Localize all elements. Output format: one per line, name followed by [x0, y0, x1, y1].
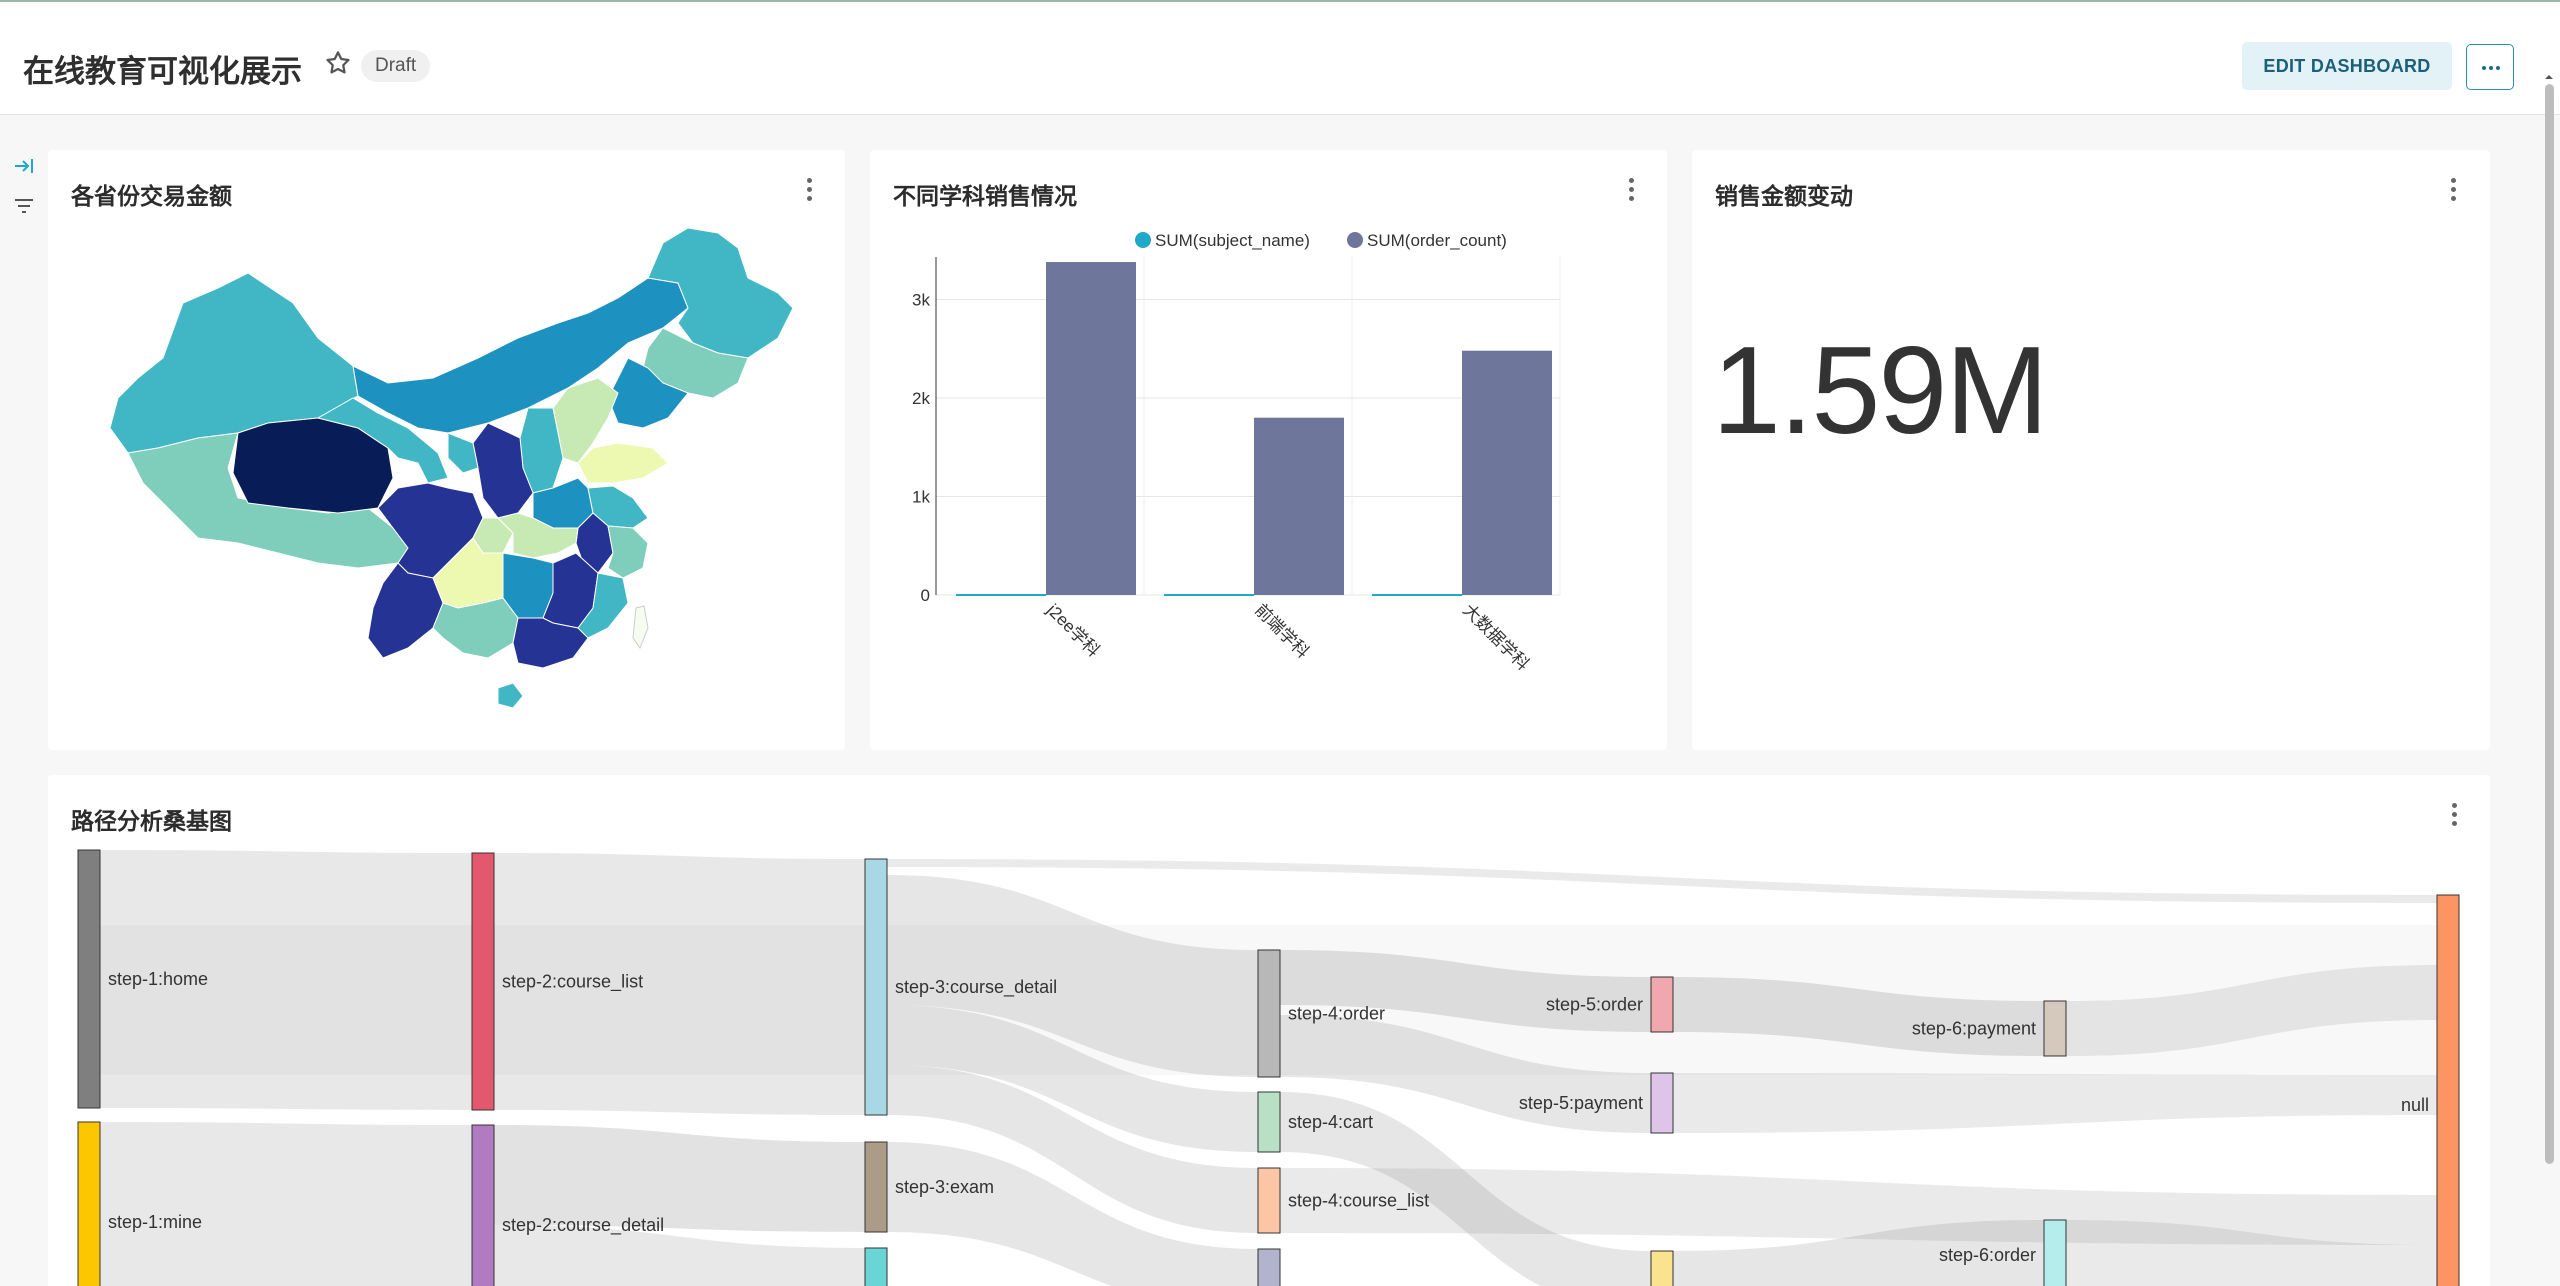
kebab-icon[interactable]: [804, 178, 814, 204]
star-icon[interactable]: [323, 48, 353, 78]
sankey-link: [887, 859, 2437, 903]
legend-marker: [1347, 232, 1363, 248]
y-tick-label: 2k: [912, 389, 930, 408]
bar-order-count: [1462, 350, 1552, 595]
scroll-up-arrow-icon[interactable]: [2544, 72, 2554, 82]
y-tick-label: 3k: [912, 290, 930, 309]
more-options-button[interactable]: [2466, 44, 2514, 90]
bar-subject-name: [956, 594, 1046, 596]
sankey-node-label: step-3:exam: [895, 1177, 994, 1197]
sankey-node-label: null: [2401, 1095, 2429, 1115]
expand-arrow-icon[interactable]: [12, 154, 36, 178]
sankey-node: [1650, 1250, 1674, 1286]
sankey-node: [1257, 1167, 1281, 1234]
sankey-node: [1257, 1248, 1281, 1286]
x-tick-label: 大数据学科: [1459, 600, 1533, 674]
sankey-node-label: step-2:course_list: [502, 972, 643, 993]
sankey-node-label: step-4:course_list: [1288, 1191, 1429, 1212]
edit-dashboard-button[interactable]: EDIT DASHBOARD: [2242, 42, 2452, 90]
sankey-node: [2043, 1219, 2067, 1286]
x-tick-label: 前端学科: [1251, 600, 1313, 662]
sankey-chart-svg: step-1:home step-1:mine step-2:course_list…: [77, 849, 2460, 1286]
bar-subject-name: [1164, 594, 1254, 596]
map-region-taiwan: [632, 605, 649, 650]
sankey-node: [1257, 1091, 1281, 1153]
sankey-link: [1280, 1168, 2437, 1245]
sankey-link: [100, 1122, 472, 1286]
map-region-ningxia: [447, 432, 479, 474]
sankey-node: [2436, 894, 2460, 1286]
dashboard-title: 在线教育可视化展示: [23, 54, 302, 89]
big-number-title: 销售金额变动: [1715, 183, 1853, 209]
map-region-zhejiang: [607, 525, 649, 579]
sankey-node: [1650, 1072, 1674, 1134]
bar-subject-name: [1372, 594, 1462, 596]
page-scrollbar[interactable]: [2542, 70, 2556, 1286]
filter-icon[interactable]: [12, 194, 36, 218]
big-number-value: 1.59M: [1712, 322, 2049, 460]
bar-chart-svg: SUM(subject_name) SUM(order_count) 0 1k 2k 3k…: [912, 231, 1561, 674]
legend-label: SUM(order_count): [1367, 231, 1507, 250]
sankey-node: [2043, 1000, 2067, 1057]
map-region-yunnan: [367, 562, 444, 659]
map-region-hainan: [497, 682, 524, 709]
dashboard-header: 在线教育可视化展示 Draft EDIT DASHBOARD: [0, 2, 2560, 115]
sankey-node-label: step-4:cart: [1288, 1112, 1373, 1132]
sankey-node-label: step-1:home: [108, 969, 208, 989]
sankey-node: [864, 1247, 888, 1286]
kebab-icon[interactable]: [2448, 178, 2458, 204]
map-chart-title: 各省份交易金额: [71, 183, 232, 209]
status-badge: Draft: [361, 50, 431, 82]
china-province-map: [109, 227, 794, 709]
sankey-node-label: step-5:payment: [1519, 1093, 1643, 1113]
legend-label: SUM(subject_name): [1155, 231, 1310, 250]
big-number-card: 销售金额变动 1.59M: [1692, 150, 2490, 750]
sankey-chart-card: 路径分析桑基图 step-1:home step-1:mine step-2:cou…: [48, 775, 2490, 1286]
x-tick-label: j2ee学科: [1042, 600, 1103, 661]
y-tick-label: 0: [921, 586, 930, 605]
map-region-guangxi: [432, 597, 519, 659]
bar-order-count: [1046, 262, 1136, 595]
sankey-node-label: step-2:course_detail: [502, 1215, 664, 1236]
sankey-node-label: step-4:order: [1288, 1004, 1385, 1024]
sankey-node: [864, 1141, 888, 1233]
sankey-node-label: step-5:order: [1546, 995, 1643, 1015]
map-region-shandong: [577, 442, 669, 484]
sankey-node: [1257, 949, 1281, 1078]
sankey-node: [77, 1121, 101, 1286]
sankey-node-label: step-3:course_detail: [895, 977, 1057, 998]
bar-chart-card: 不同学科销售情况 SUM(subject_name) SUM(order_coun…: [870, 150, 1667, 750]
sankey-node: [77, 849, 101, 1109]
sankey-link: [1673, 1073, 2437, 1133]
sankey-node-label: step-6:payment: [1912, 1019, 2036, 1039]
sankey-node: [471, 852, 495, 1111]
scrollbar-thumb[interactable]: [2545, 84, 2554, 1164]
bar-order-count: [1254, 417, 1344, 595]
sankey-node-label: step-6:order: [1939, 1245, 2036, 1265]
sankey-node: [471, 1124, 495, 1286]
legend-marker: [1135, 232, 1151, 248]
map-chart-card: 各省份交易金额: [48, 150, 845, 750]
sankey-node: [1650, 976, 1674, 1033]
sankey-node: [864, 858, 888, 1116]
y-tick-label: 1k: [912, 487, 930, 506]
sankey-node-label: step-1:mine: [108, 1212, 202, 1232]
